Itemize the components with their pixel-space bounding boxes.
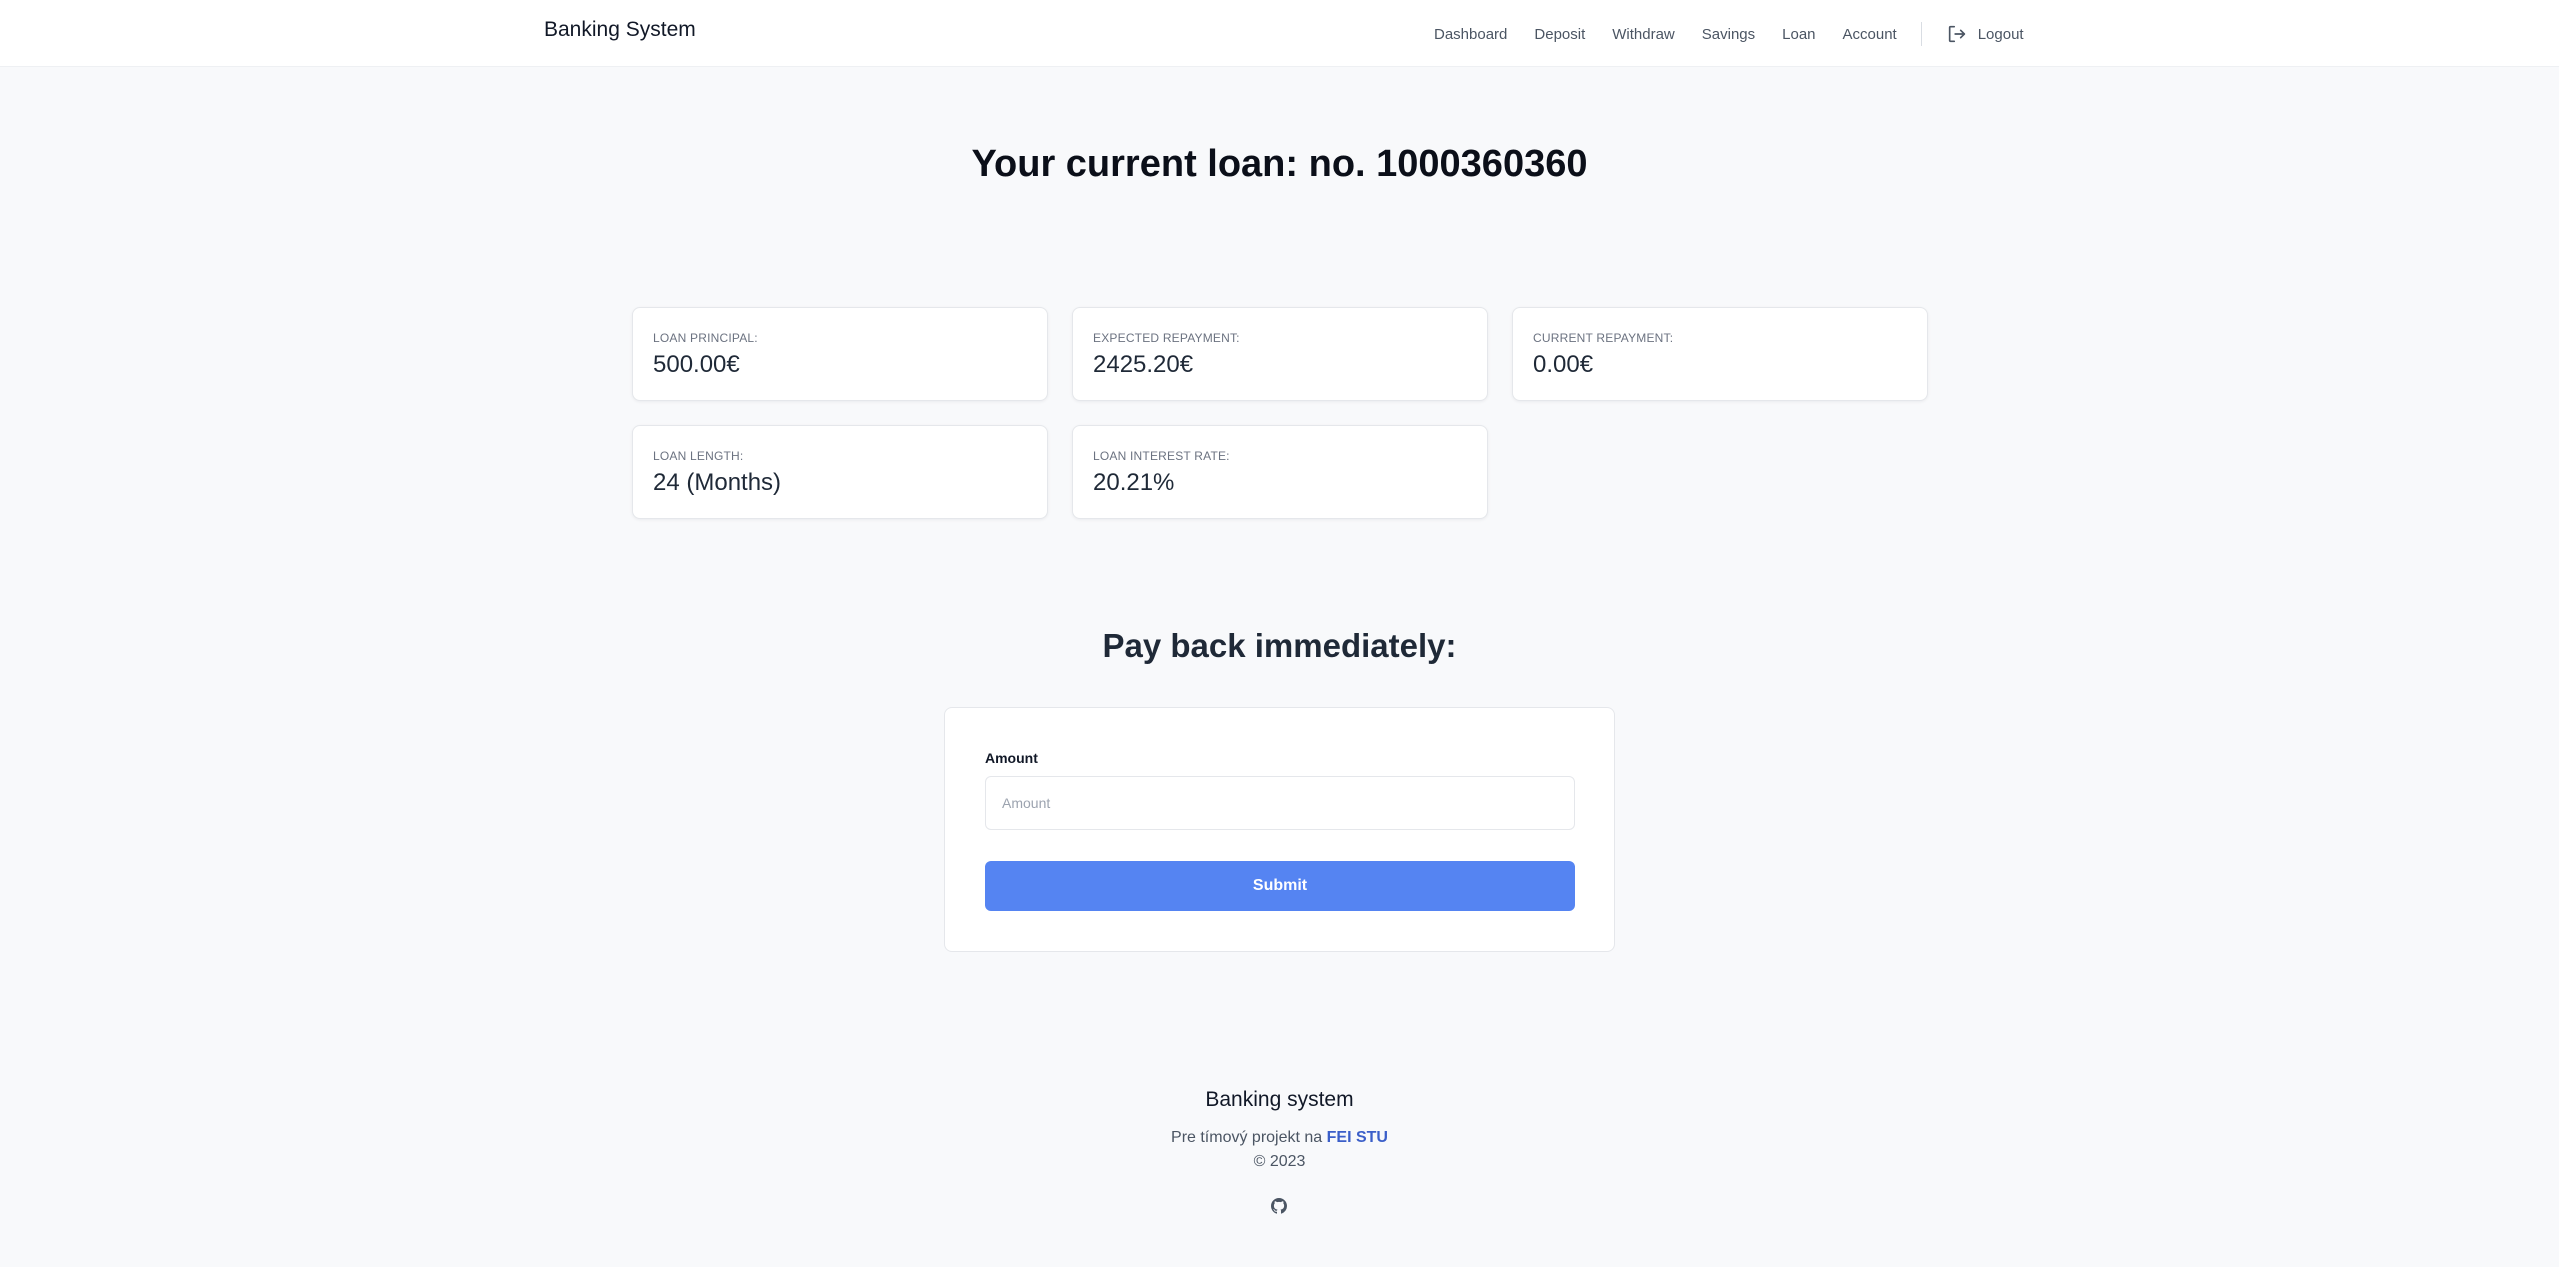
card-label: LOAN PRINCIPAL: — [653, 331, 758, 345]
interest-rate-card: LOAN INTEREST RATE: 20.21% — [1072, 425, 1488, 519]
amount-label: Amount — [985, 750, 1038, 766]
nav-link-savings[interactable]: Savings — [1702, 26, 1755, 43]
loan-length-card: LOAN LENGTH: 24 (Months) — [632, 425, 1048, 519]
github-icon[interactable] — [1271, 1198, 1287, 1214]
card-label: EXPECTED REPAYMENT: — [1093, 331, 1240, 345]
nav-link-dashboard[interactable]: Dashboard — [1434, 26, 1507, 43]
current-repayment-card: CURRENT REPAYMENT: 0.00€ — [1512, 307, 1928, 401]
nav-links: Dashboard Deposit Withdraw Savings Loan … — [1434, 22, 2024, 46]
card-label: LOAN INTEREST RATE: — [1093, 449, 1230, 463]
nav-link-deposit[interactable]: Deposit — [1534, 26, 1585, 43]
footer-text: Pre tímový projekt na — [1171, 1129, 1323, 1146]
logout-label: Logout — [1977, 25, 2024, 43]
logout-button[interactable]: Logout — [1946, 23, 2024, 45]
footer-project-line: Pre tímový projekt na FEI STU — [0, 1129, 2559, 1147]
card-label: CURRENT REPAYMENT: — [1533, 331, 1674, 345]
loan-principal-card: LOAN PRINCIPAL: 500.00€ — [632, 307, 1048, 401]
nav-link-account[interactable]: Account — [1843, 26, 1897, 43]
logout-icon — [1948, 25, 1965, 43]
card-value: 500.00€ — [653, 351, 740, 378]
card-value: 24 (Months) — [653, 469, 782, 496]
nav-link-loan[interactable]: Loan — [1782, 26, 1815, 43]
payback-form: Amount Submit — [944, 707, 1615, 952]
nav-divider — [1920, 22, 1922, 46]
footer-copyright: © 2023 — [1253, 1153, 1306, 1170]
submit-button[interactable]: Submit — [985, 861, 1575, 911]
footer-title: Banking system — [1205, 1088, 1354, 1111]
page-title: Your current loan: no. 1000360360 — [971, 143, 1588, 185]
brand-title[interactable]: Banking System — [544, 18, 696, 42]
card-value: 0.00€ — [1533, 351, 1594, 378]
nav-link-withdraw[interactable]: Withdraw — [1612, 26, 1675, 43]
card-value: 2425.20€ — [1093, 351, 1194, 378]
card-label: LOAN LENGTH: — [653, 449, 744, 463]
expected-repayment-card: EXPECTED REPAYMENT: 2425.20€ — [1072, 307, 1488, 401]
card-value: 20.21% — [1093, 469, 1175, 496]
fei-stu-link[interactable]: FEI STU — [1327, 1129, 1388, 1146]
top-navbar: Banking System Dashboard Deposit Withdra… — [0, 0, 2559, 67]
amount-input[interactable] — [985, 776, 1575, 830]
payback-title: Pay back immediately: — [1102, 627, 1457, 664]
